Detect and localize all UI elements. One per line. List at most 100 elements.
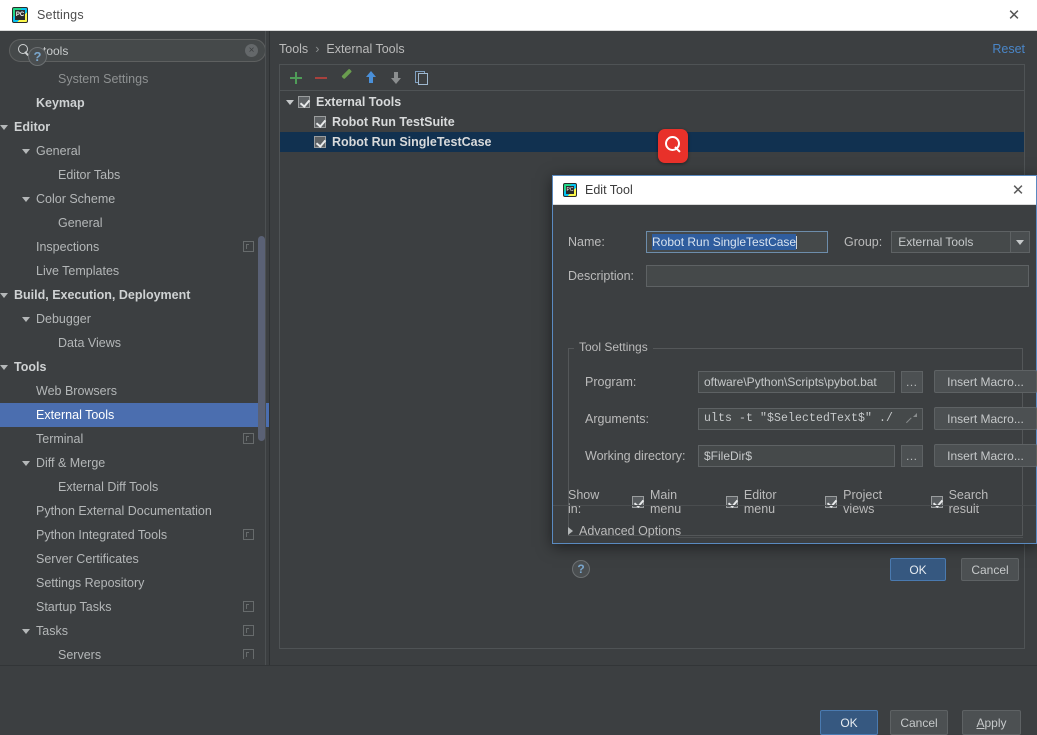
chevron-down-icon[interactable] (0, 125, 8, 130)
chevron-down-icon[interactable] (22, 149, 30, 154)
program-row: Program: oftware\Python\Scripts\pybot.ba… (585, 370, 1037, 393)
tool-tree-row[interactable]: Robot Run TestSuite (280, 112, 1024, 132)
chevron-down-icon[interactable] (22, 461, 30, 466)
program-field[interactable]: oftware\Python\Scripts\pybot.bat (698, 371, 895, 393)
arguments-insert-macro-button[interactable]: Insert Macro... (934, 407, 1037, 430)
chevron-down-icon[interactable] (0, 293, 8, 298)
sidebar-item-inspections[interactable]: Inspections (0, 235, 270, 259)
chevron-down-icon[interactable] (22, 197, 30, 202)
apply-button[interactable]: Apply (962, 710, 1021, 735)
tool-settings-label: Tool Settings (574, 340, 653, 354)
sidebar-item-web-browsers[interactable]: Web Browsers (0, 379, 270, 403)
sidebar-item-label: Editor (14, 120, 50, 134)
tool-enabled-checkbox[interactable] (298, 96, 310, 108)
help-button[interactable]: ? (28, 47, 47, 66)
add-tool-button[interactable] (285, 67, 307, 89)
program-browse-button[interactable]: … (901, 371, 923, 393)
move-up-button[interactable] (360, 67, 382, 89)
tool-tree-row[interactable]: External Tools (280, 92, 1024, 112)
search-input-value: tools (43, 44, 245, 58)
window-titlebar: Settings ✕ (0, 0, 1037, 31)
sidebar-item-label: Terminal (36, 432, 83, 446)
show-in-option-project-views[interactable]: Project views (825, 488, 914, 516)
dialog-ok-button[interactable]: OK (890, 558, 946, 581)
tool-enabled-checkbox[interactable] (314, 116, 326, 128)
checkbox[interactable] (931, 496, 943, 508)
copy-icon (415, 71, 428, 84)
copy-tool-button[interactable] (410, 67, 432, 89)
show-in-options: Main menu Editor menu Project views Search … (632, 488, 1036, 516)
cancel-button[interactable]: Cancel (890, 710, 948, 735)
tool-tree-row[interactable]: Robot Run SingleTestCase (280, 132, 1024, 152)
group-dropdown[interactable]: External Tools (891, 231, 1030, 253)
sidebar-item-startup-tasks[interactable]: Startup Tasks (0, 595, 270, 619)
working-directory-browse-button[interactable]: … (901, 445, 923, 467)
chevron-down-icon[interactable] (286, 100, 294, 105)
checkbox[interactable] (825, 496, 837, 508)
sidebar-item-label: General (36, 144, 80, 158)
name-field[interactable]: Robot Run SingleTestCase (646, 231, 828, 253)
text-caret (796, 236, 797, 249)
sidebar-item-tasks[interactable]: Tasks (0, 619, 270, 643)
sidebar-item-label: Keymap (36, 96, 85, 110)
sidebar-item-python-integrated-tools[interactable]: Python Integrated Tools (0, 523, 270, 547)
chevron-down-icon[interactable] (0, 365, 8, 370)
sidebar-item-debugger[interactable]: Debugger (0, 307, 270, 331)
sidebar-item-live-templates[interactable]: Live Templates (0, 259, 270, 283)
close-icon[interactable]: ✕ (991, 0, 1037, 30)
chevron-down-icon[interactable] (22, 317, 30, 322)
sidebar-item-python-external-documentation[interactable]: Python External Documentation (0, 499, 270, 523)
sidebar-item-color-scheme[interactable]: Color Scheme (0, 187, 270, 211)
program-insert-macro-button[interactable]: Insert Macro... (934, 370, 1037, 393)
sidebar-item-settings-repository[interactable]: Settings Repository (0, 571, 270, 595)
external-tools-toolbar (280, 65, 1024, 91)
clear-circle-icon[interactable]: × (245, 44, 258, 57)
arrow-up-icon (365, 71, 377, 84)
program-label: Program: (585, 375, 698, 389)
sidebar-scrollbar[interactable] (258, 236, 265, 441)
sidebar-item-diff-merge[interactable]: Diff & Merge (0, 451, 270, 475)
sidebar-item-data-views[interactable]: Data Views (0, 331, 270, 355)
show-in-option-search-result[interactable]: Search result (931, 488, 1020, 516)
search-input[interactable]: tools × (9, 39, 266, 62)
breadcrumb-parent[interactable]: Tools (279, 42, 308, 56)
sidebar-item-terminal[interactable]: Terminal (0, 427, 270, 451)
sidebar-item-label: Settings Repository (36, 576, 144, 590)
working-directory-field-value: $FileDir$ (704, 449, 752, 463)
sidebar-item-general[interactable]: General (0, 139, 270, 163)
sidebar-item-server-certificates[interactable]: Server Certificates (0, 547, 270, 571)
name-row: Name: Robot Run SingleTestCase Group: Ex… (568, 231, 1030, 253)
remove-tool-button[interactable] (310, 67, 332, 89)
move-down-button[interactable] (385, 67, 407, 89)
working-directory-field[interactable]: $FileDir$ (698, 445, 895, 467)
sidebar-item-external-tools[interactable]: External Tools (0, 403, 270, 427)
sidebar-item-build-execution-deployment[interactable]: Build, Execution, Deployment (0, 283, 270, 307)
ok-button[interactable]: OK (820, 710, 878, 735)
advanced-options-toggle[interactable]: Advanced Options (568, 524, 681, 538)
checkbox[interactable] (632, 496, 644, 508)
settings-tree[interactable]: System Settings Keymap Editor General Editor… (0, 67, 270, 659)
reset-link[interactable]: Reset (992, 42, 1025, 56)
chevron-down-icon[interactable] (22, 629, 30, 634)
sidebar-item-label: Servers (58, 648, 101, 659)
sidebar-item-keymap[interactable]: Keymap (0, 91, 270, 115)
edit-tool-button[interactable] (335, 67, 357, 89)
description-field[interactable] (646, 265, 1029, 287)
arguments-field[interactable]: ults -t "$SelectedText$" ./ (698, 408, 923, 430)
tool-enabled-checkbox[interactable] (314, 136, 326, 148)
dialog-cancel-button[interactable]: Cancel (961, 558, 1019, 581)
sidebar-item-servers[interactable]: Servers (0, 643, 270, 659)
dialog-help-button[interactable]: ? (572, 560, 590, 578)
checkbox[interactable] (726, 496, 738, 508)
sidebar-item-general[interactable]: General (0, 211, 270, 235)
expand-icon[interactable] (906, 413, 917, 424)
sidebar-item-tools[interactable]: Tools (0, 355, 270, 379)
show-in-option-editor-menu[interactable]: Editor menu (726, 488, 809, 516)
close-icon[interactable]: ✕ (1009, 181, 1027, 199)
sidebar-item-editor[interactable]: Editor (0, 115, 270, 139)
sidebar-item-external-diff-tools[interactable]: External Diff Tools (0, 475, 270, 499)
working-directory-insert-macro-button[interactable]: Insert Macro... (934, 444, 1037, 467)
sidebar-item-editor-tabs[interactable]: Editor Tabs (0, 163, 270, 187)
show-in-option-main-menu[interactable]: Main menu (632, 488, 710, 516)
sidebar-item-system-settings[interactable]: System Settings (0, 67, 270, 91)
